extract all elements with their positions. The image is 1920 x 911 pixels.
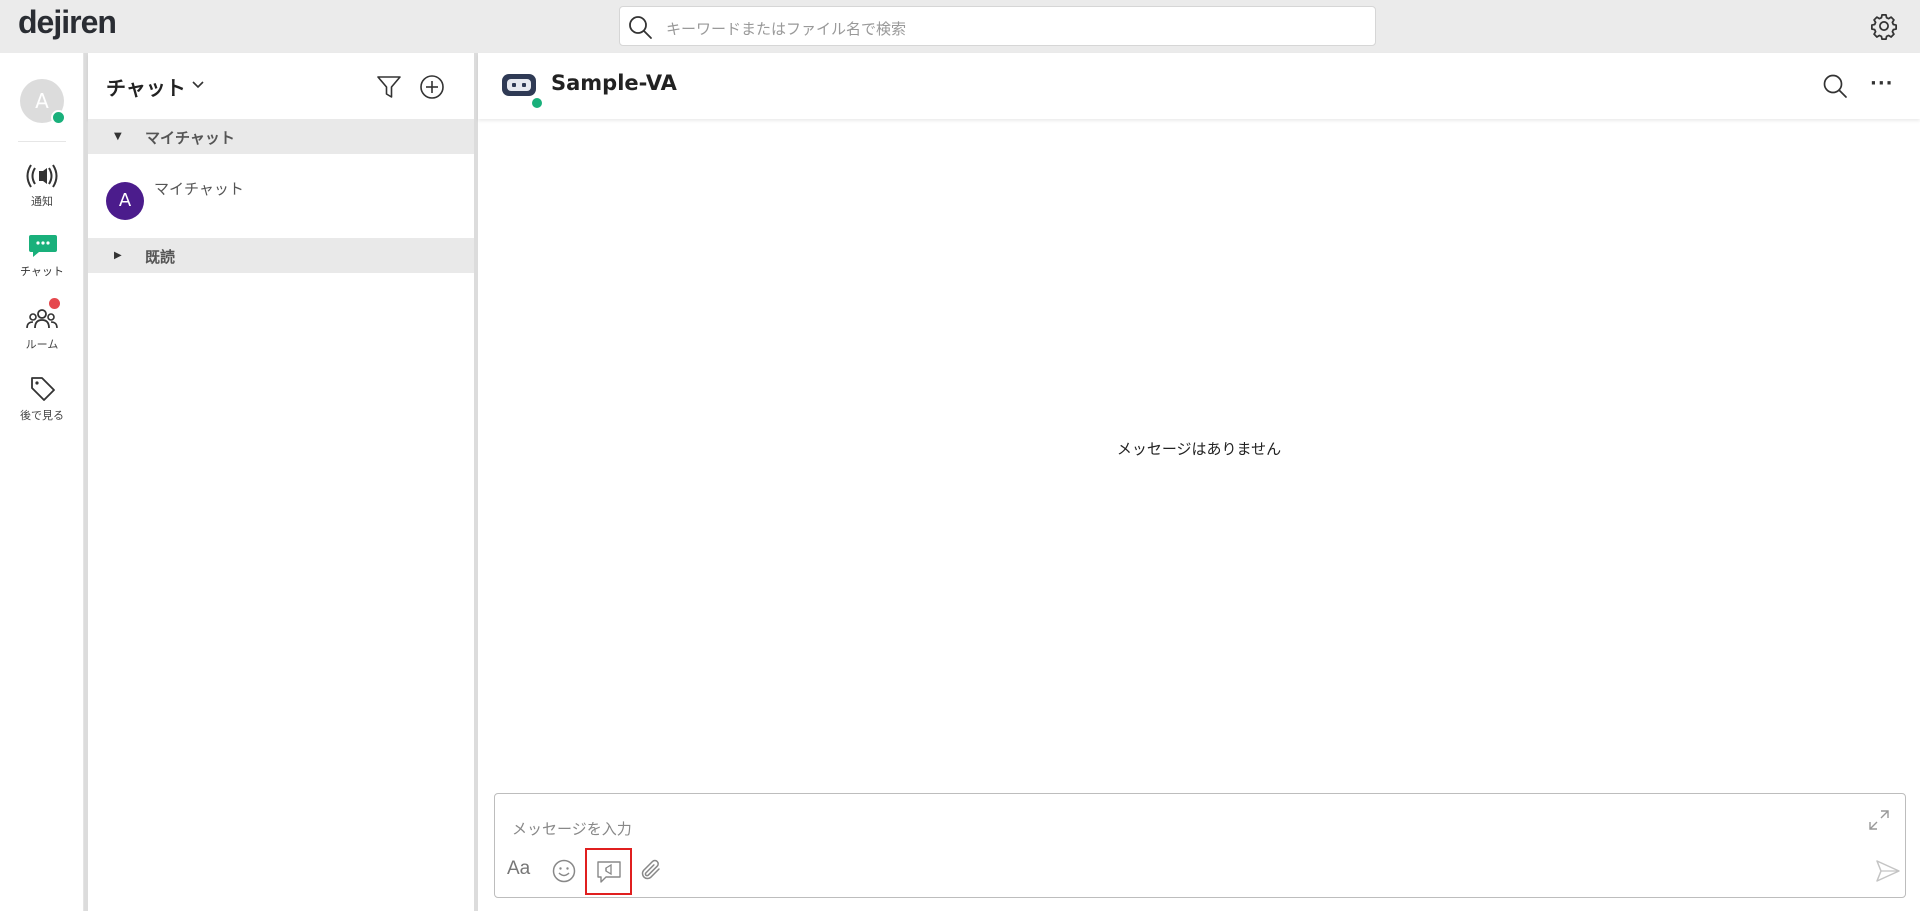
- text-format-button[interactable]: Aa: [507, 858, 530, 880]
- section-label: 既読: [145, 248, 176, 266]
- section-my-chat[interactable]: ▼ マイチャット: [88, 119, 474, 154]
- empty-state-message: メッセージはありません: [1116, 440, 1282, 458]
- chat-list-item[interactable]: A マイチャット: [88, 170, 474, 230]
- global-search-input[interactable]: キーワードまたはファイル名で検索: [619, 6, 1376, 46]
- more-options-icon[interactable]: ···: [1870, 73, 1894, 94]
- app-logo[interactable]: dejiren: [18, 4, 117, 41]
- paperclip-icon[interactable]: [639, 858, 665, 884]
- announcement-icon: [597, 861, 621, 883]
- chat-list-title[interactable]: チャット: [106, 72, 186, 101]
- top-bar: dejiren キーワードまたはファイル名で検索: [0, 0, 1920, 53]
- message-composer[interactable]: メッセージを入力 Aa: [494, 793, 1906, 898]
- nav-item-notifications[interactable]: 通知: [0, 163, 84, 227]
- search-icon[interactable]: [1822, 73, 1848, 99]
- section-read[interactable]: ▶ 既読: [88, 238, 474, 273]
- nav-item-chat[interactable]: チャット: [0, 233, 84, 297]
- filter-icon[interactable]: [376, 74, 402, 100]
- nav-label-rooms: ルーム: [25, 338, 59, 351]
- send-icon[interactable]: [1875, 858, 1901, 884]
- expand-icon[interactable]: [1867, 808, 1891, 832]
- chat-list-panel: チャット ▼ マイチャット A マイチャット ▶ 既読: [88, 53, 474, 911]
- nav-label-notifications: 通知: [31, 195, 53, 208]
- search-icon: [629, 16, 652, 39]
- chat-list-header: チャット: [88, 53, 474, 119]
- chat-name: マイチャット: [154, 180, 244, 198]
- bot-status-dot: [530, 96, 544, 110]
- nav-divider: [18, 141, 66, 142]
- section-label: マイチャット: [145, 129, 235, 147]
- chat-header: Sample-VA ···: [478, 53, 1920, 119]
- collapsed-triangle-icon: ▶: [114, 250, 122, 261]
- tag-icon: [31, 377, 55, 401]
- chat-avatar: A: [106, 182, 144, 220]
- add-chat-icon[interactable]: [419, 74, 445, 100]
- expanded-triangle-icon: ▼: [114, 131, 122, 142]
- message-input[interactable]: メッセージを入力: [512, 818, 632, 839]
- notification-badge: [49, 298, 60, 309]
- announcement-button[interactable]: [585, 848, 632, 895]
- chat-title: Sample-VA: [551, 71, 677, 95]
- nav-label-watch-later: 後で見る: [20, 409, 64, 422]
- chat-icon: [29, 235, 57, 257]
- gear-icon[interactable]: [1870, 12, 1898, 40]
- people-icon: [26, 309, 58, 329]
- nav-label-chat: チャット: [20, 265, 64, 278]
- chat-main: Sample-VA ··· メッセージはありません メッセージを入力 Aa: [478, 53, 1920, 911]
- broadcast-icon: [26, 164, 58, 188]
- emoji-icon[interactable]: [551, 858, 577, 884]
- chevron-down-icon[interactable]: [192, 80, 204, 90]
- nav-item-watch-later[interactable]: 後で見る: [0, 375, 84, 439]
- online-status-dot: [51, 110, 66, 125]
- nav-item-rooms[interactable]: ルーム: [0, 298, 84, 362]
- search-placeholder: キーワードまたはファイル名で検索: [666, 20, 907, 38]
- left-nav: A 通知 チャット ルーム 後で見る: [0, 53, 84, 911]
